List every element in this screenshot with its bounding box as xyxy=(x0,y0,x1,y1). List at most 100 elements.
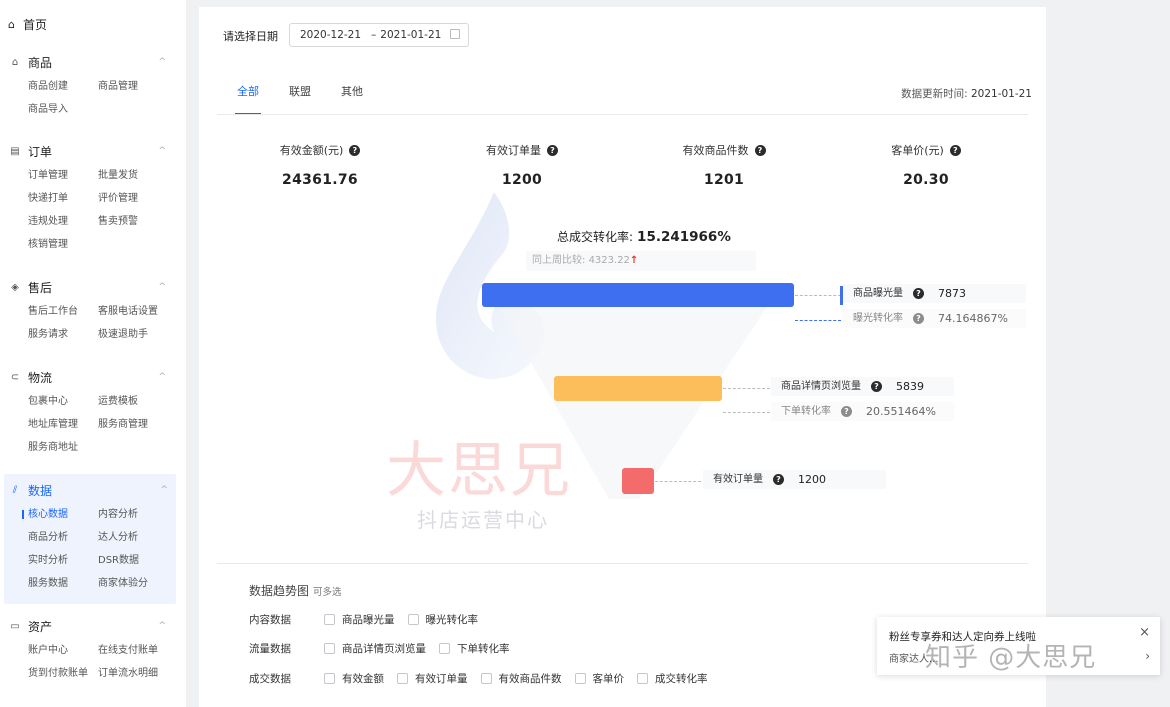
nav-item-writeoff[interactable]: 核销管理 xyxy=(28,236,98,253)
rate-value: 74.164867% xyxy=(938,312,1008,325)
nav-head-data[interactable]: ⫽ 数据 ^ xyxy=(4,480,176,500)
trend-row-content: 内容数据 商品曝光量 曝光转化率 xyxy=(249,612,491,627)
checkbox[interactable] xyxy=(324,643,335,654)
rate-label: 曝光转化率 xyxy=(853,313,903,324)
nav-head-aftersale[interactable]: ◈ 售后 ^ xyxy=(0,277,186,297)
funnel-connector xyxy=(655,481,701,482)
nav-item-realtime-analysis[interactable]: 实时分析 xyxy=(28,552,98,569)
funnel-bar-detail-views[interactable] xyxy=(554,376,722,401)
help-icon[interactable]: ? xyxy=(913,313,924,324)
calendar-icon[interactable] xyxy=(450,29,460,39)
checkbox[interactable] xyxy=(439,643,450,654)
nav-item-account-center[interactable]: 账户中心 xyxy=(28,642,98,659)
tab-other[interactable]: 其他 xyxy=(341,83,363,99)
nav-item-goods-manage[interactable]: 商品管理 xyxy=(98,78,178,95)
trend-option[interactable]: 成交转化率 xyxy=(637,671,708,686)
nav-head-assets[interactable]: ▭ 资产 ^ xyxy=(0,616,186,636)
nav-item-express-print[interactable]: 快递打单 xyxy=(28,190,98,207)
checkbox[interactable] xyxy=(480,673,492,684)
trend-option[interactable]: 曝光转化率 xyxy=(407,612,478,627)
arrow-up-icon: ↑ xyxy=(629,255,639,266)
funnel-bar-orders[interactable] xyxy=(622,468,654,494)
help-icon[interactable]: ? xyxy=(547,144,558,156)
notification-toast[interactable]: 粉丝专享券和达人定向券上线啦 商家达人... 知乎 @大思兄 × › xyxy=(877,617,1160,675)
trend-option[interactable]: 有效订单量 xyxy=(397,671,468,686)
nav-item-review-manage[interactable]: 评价管理 xyxy=(98,190,178,207)
nav-item-freight-template[interactable]: 运费模板 xyxy=(98,393,178,410)
metric-label: 有效订单量 xyxy=(486,144,541,157)
update-time-label: 数据更新时间: xyxy=(901,88,968,100)
nav-home[interactable]: ⌂ 首页 xyxy=(8,16,47,33)
nav-item-sale-warning[interactable]: 售卖预警 xyxy=(98,213,178,230)
help-icon[interactable]: ? xyxy=(773,474,784,485)
nav-item-address-lib[interactable]: 地址库管理 xyxy=(28,416,98,433)
nav-item-provider-address[interactable]: 服务商地址 xyxy=(28,439,98,456)
nav-head-logistics[interactable]: ⊂ 物流 ^ xyxy=(0,367,186,387)
nav-item-content-analysis[interactable]: 内容分析 xyxy=(98,506,178,523)
nav-item-service-phone[interactable]: 客服电话设置 xyxy=(98,303,178,320)
date-end[interactable]: 2021-01-21 xyxy=(380,29,441,41)
nav-item-merchant-score[interactable]: 商家体验分 xyxy=(98,575,178,592)
help-icon[interactable]: ? xyxy=(349,144,361,156)
help-icon[interactable]: ? xyxy=(841,406,852,417)
nav-item-violation[interactable]: 违规处理 xyxy=(28,213,98,230)
nav-item-order-manage[interactable]: 订单管理 xyxy=(28,167,98,184)
help-icon[interactable]: ? xyxy=(913,288,924,299)
checkbox[interactable] xyxy=(574,673,586,684)
nav-item-service-request[interactable]: 服务请求 xyxy=(28,326,98,343)
trend-row-label: 成交数据 xyxy=(249,673,291,685)
nav-item-batch-ship[interactable]: 批量发货 xyxy=(98,167,178,184)
metric-value: 1200 xyxy=(501,172,543,188)
nav-item-core-data[interactable]: 核心数据 xyxy=(22,506,98,523)
trend-option[interactable]: 有效金额 xyxy=(324,671,384,686)
chevron-right-icon[interactable]: › xyxy=(1145,649,1150,663)
date-start[interactable]: 2020-12-21 xyxy=(300,29,361,41)
metrics-row: 有效金额(元)? 24361.76 有效订单量? 1200 有效商品件数? 12… xyxy=(219,142,1029,188)
checkbox[interactable] xyxy=(407,614,419,625)
date-range-picker[interactable]: 2020-12-21 – 2021-01-21 xyxy=(289,23,469,47)
trend-option[interactable]: 有效商品件数 xyxy=(480,671,562,686)
option-label: 客单价 xyxy=(592,673,625,685)
help-icon[interactable]: ? xyxy=(754,144,766,156)
nav-head-orders[interactable]: ▤ 订单 ^ xyxy=(0,141,186,161)
nav-item-influencer-analysis[interactable]: 达人分析 xyxy=(98,529,178,546)
nav-item-fast-refund[interactable]: 极速退助手 xyxy=(98,326,178,343)
checkbox[interactable] xyxy=(324,614,335,625)
funnel-bar-exposure[interactable] xyxy=(482,283,794,307)
shopping-bag-icon: ⌂ xyxy=(11,56,19,68)
checkbox[interactable] xyxy=(637,673,648,684)
nav-item-order-flow[interactable]: 订单流水明细 xyxy=(98,665,178,682)
funnel-connector xyxy=(795,295,841,296)
trend-option[interactable]: 商品详情页浏览量 xyxy=(324,641,426,656)
option-label: 商品详情页浏览量 xyxy=(342,643,426,655)
rate-value: 20.551464% xyxy=(866,405,936,418)
nav-item-parcel-center[interactable]: 包裹中心 xyxy=(28,393,98,410)
nav-item-aftersale-desk[interactable]: 售后工作台 xyxy=(28,303,98,320)
checkbox[interactable] xyxy=(324,673,335,684)
nav-item-service-data[interactable]: 服务数据 xyxy=(28,575,98,592)
funnel-stage-detail-views: 商品详情页浏览量 ? 5839 xyxy=(771,377,954,396)
nav-item-cod-bill[interactable]: 货到付款账单 xyxy=(28,665,98,682)
nav-head-goods[interactable]: ⌂ 商品 ^ xyxy=(0,52,186,72)
truck-icon: ⊂ xyxy=(10,371,20,383)
checkbox[interactable] xyxy=(397,673,408,684)
tab-all[interactable]: 全部 xyxy=(235,83,261,115)
trend-option[interactable]: 客单价 xyxy=(574,671,625,686)
help-icon[interactable]: ? xyxy=(871,381,882,392)
nav-item-provider-manage[interactable]: 服务商管理 xyxy=(98,416,178,433)
chevron-up-icon: ^ xyxy=(160,485,168,495)
close-icon[interactable]: × xyxy=(1139,625,1150,640)
compare-value: 4323.22 xyxy=(588,255,630,266)
chart-icon: ⫽ xyxy=(12,484,18,496)
option-label: 有效金额 xyxy=(342,673,384,685)
nav-item-dsr-data[interactable]: DSR数据 xyxy=(98,552,178,569)
nav-item-goods-analysis[interactable]: 商品分析 xyxy=(28,529,98,546)
tab-alliance[interactable]: 联盟 xyxy=(289,83,311,99)
nav-item-online-bill[interactable]: 在线支付账单 xyxy=(98,642,178,659)
nav-item-goods-import[interactable]: 商品导入 xyxy=(28,101,98,118)
nav-item-goods-create[interactable]: 商品创建 xyxy=(28,78,98,95)
trend-option[interactable]: 下单转化率 xyxy=(439,641,510,656)
help-icon[interactable]: ? xyxy=(949,144,961,156)
nav-group-assets: ▭ 资产 ^ 账户中心 在线支付账单 货到付款账单 订单流水明细 xyxy=(0,616,186,682)
trend-option[interactable]: 商品曝光量 xyxy=(324,612,395,627)
